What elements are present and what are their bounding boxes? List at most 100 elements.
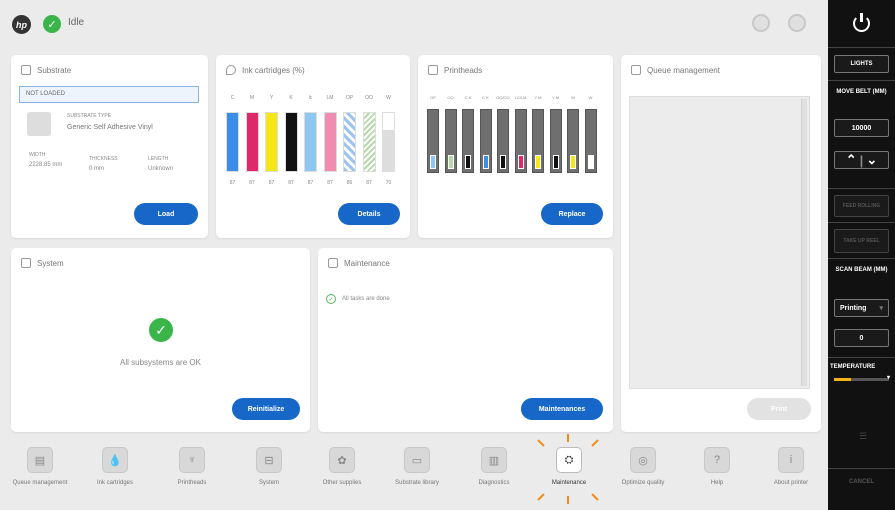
printhead-slot[interactable]: [497, 109, 509, 173]
system-message: All subsystems are OK: [120, 358, 201, 367]
nav-item-label: Help: [710, 480, 724, 486]
printhead-color-indicator: [570, 155, 576, 169]
take-up-reel-button[interactable]: TAKE UP REEL: [834, 229, 889, 253]
grip-icon: ☰: [859, 431, 868, 441]
move-belt-arrows[interactable]: ⌃ | ⌄: [834, 151, 889, 169]
cancel-button[interactable]: CANCEL: [828, 468, 895, 498]
nav-item-diagnostics[interactable]: ▥ Diagnostics: [465, 447, 523, 487]
feed-rolling-button[interactable]: FEED ROLLING: [834, 195, 889, 217]
power-button[interactable]: [828, 0, 895, 48]
ink-level-fill: [305, 113, 316, 171]
nav-item-help[interactable]: ? Help: [688, 447, 746, 487]
printhead-slot[interactable]: [514, 109, 527, 173]
ink-level-fill: [227, 113, 238, 171]
details-button[interactable]: Details: [338, 203, 400, 225]
cartridge-code: Y: [269, 95, 274, 101]
printhead-code: OO/OO: [496, 95, 510, 100]
reinitialize-button[interactable]: Reinitialize: [232, 398, 300, 420]
user-icon[interactable]: [788, 14, 806, 32]
arrow-up-icon[interactable]: ⌃: [846, 152, 857, 168]
nav-item-label: Substrate library: [395, 480, 439, 486]
ink-cartridge[interactable]: [362, 112, 376, 172]
cartridge-code: M: [249, 95, 255, 101]
nav-item-about-printer[interactable]: i About printer: [762, 447, 820, 487]
move-belt-value[interactable]: 10000: [834, 119, 889, 137]
nav-item-substrate-library[interactable]: ▭ Substrate library: [388, 447, 446, 487]
nav-item-optimize-quality[interactable]: ◎ Optimize quality: [614, 447, 672, 487]
printhead-slot[interactable]: [427, 109, 439, 173]
system-card: System ✓ All subsystems are OK Reinitial…: [11, 248, 310, 432]
printhead-code: C K: [482, 95, 489, 100]
ink-drop-icon: [226, 65, 236, 75]
load-button[interactable]: Load: [134, 203, 198, 225]
status-ok-icon: ✓: [43, 15, 61, 33]
highlight-rays-icon: [537, 434, 599, 504]
ink-level-fill: [324, 113, 336, 171]
ink-cartridge[interactable]: [226, 112, 239, 172]
notification-icon[interactable]: [752, 14, 770, 32]
queue-list[interactable]: [629, 96, 810, 389]
scan-mode-select[interactable]: Printing ▾: [834, 299, 889, 317]
printhead-slot[interactable]: [462, 109, 474, 173]
ink-cartridge[interactable]: [245, 112, 259, 172]
replace-button[interactable]: Replace: [541, 203, 603, 225]
printhead-slot[interactable]: [479, 109, 492, 173]
ink-cartridge[interactable]: [323, 112, 337, 172]
substrate-status-field: NOT LOADED: [19, 86, 199, 103]
cartridge-code: C: [230, 95, 235, 101]
print-button[interactable]: Print: [747, 398, 811, 420]
nav-item-other-supplies[interactable]: ✿ Other supplies: [313, 447, 371, 487]
ink-cartridge[interactable]: [343, 112, 356, 172]
thickness-value: 0 mm: [89, 166, 104, 172]
maintenances-button[interactable]: Maintenances: [521, 398, 603, 420]
printhead-slot[interactable]: [584, 109, 597, 173]
nav-item-ink-cartridges[interactable]: 💧 Ink cartridges: [86, 447, 144, 487]
ink-level-fill: [285, 113, 297, 171]
printhead-code: Y M: [534, 95, 542, 100]
length-value: Unknown: [148, 166, 174, 172]
ink-cartridge[interactable]: [382, 112, 395, 172]
scan-beam-value[interactable]: 0: [834, 329, 889, 347]
queue-title: Queue management: [631, 65, 720, 75]
printhead-slot[interactable]: [444, 109, 457, 173]
queue-icon: ▤: [27, 447, 53, 473]
ink-level-value: 87: [366, 180, 372, 186]
printhead-slot[interactable]: [532, 109, 544, 173]
nav-item-queue-management[interactable]: ▤ Queue management: [11, 447, 69, 487]
lights-button[interactable]: LIGHTS: [834, 55, 889, 73]
top-bar: hp ✓ Idle: [0, 0, 828, 48]
nav-item-label: Optimize quality: [621, 480, 665, 486]
ink-level-value: 87: [307, 180, 314, 186]
printhead-color-indicator: [535, 155, 541, 169]
supplies-icon: ✿: [329, 447, 355, 473]
ink-cartridge[interactable]: [304, 112, 317, 172]
queue-scrollbar[interactable]: [801, 99, 807, 386]
length-label: LENGTH: [148, 156, 169, 162]
printhead-color-indicator: [500, 155, 506, 169]
ink-cartridge[interactable]: [265, 112, 278, 172]
bottom-nav: ▤ Queue management 💧 Ink cartridges ♆ Printhe…: [0, 432, 828, 510]
printhead-icon: [428, 65, 438, 75]
printer-app: hp ✓ Idle Substrate NOT LOADED SUBSTRATE…: [0, 0, 895, 510]
ink-cartridge[interactable]: [284, 112, 298, 172]
cartridge-code: K: [289, 95, 293, 101]
ink-level-value: 87: [268, 180, 275, 186]
substrate-type-value: Generic Self Adhesive Vinyl: [67, 124, 153, 131]
feed-rolling-section: FEED ROLLING: [828, 189, 895, 223]
queue-card: Queue management Print: [621, 55, 821, 432]
cartridge-code: OO: [365, 95, 373, 101]
library-icon: ▭: [404, 447, 430, 473]
arrow-down-icon[interactable]: ⌄: [866, 152, 877, 168]
printhead-code: W: [571, 95, 575, 100]
nav-item-printheads[interactable]: ♆ Printheads: [163, 447, 221, 487]
printhead-slot[interactable]: [567, 109, 579, 173]
queue-icon: [631, 65, 641, 75]
printhead-color-indicator: [430, 155, 436, 169]
nav-item-system[interactable]: ⊟ System: [240, 447, 298, 487]
printhead-slot[interactable]: [549, 109, 562, 173]
ink-level-fill: [363, 113, 375, 171]
nav-item-label: About printer: [773, 480, 809, 486]
system-title: System: [21, 258, 64, 268]
ink-level-value: 70: [385, 180, 392, 186]
ink-level-value: 87: [249, 180, 255, 186]
